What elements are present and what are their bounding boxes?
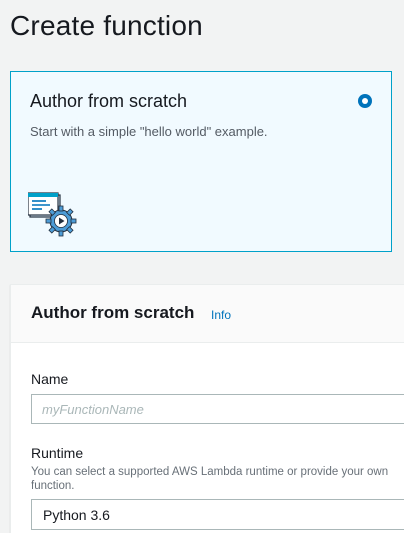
runtime-help-line-1: You can select a supported AWS Lambda ru… xyxy=(31,466,389,478)
runtime-help-line-2: function. xyxy=(31,480,75,492)
author-from-scratch-icon xyxy=(28,192,77,237)
page-title: Create function xyxy=(10,10,203,41)
option-description: Start with a simple "hello world" exampl… xyxy=(30,124,268,139)
author-from-scratch-option[interactable]: Author from scratch Start with a simple … xyxy=(10,71,392,252)
radio-selected-dot xyxy=(362,98,368,104)
option-radio-button[interactable] xyxy=(358,94,372,108)
author-from-scratch-panel: Author from scratch Info Name Runtime Yo… xyxy=(10,284,404,533)
runtime-selected-value: Python 3.6 xyxy=(43,507,110,523)
panel-header: Author from scratch Info xyxy=(11,285,404,343)
option-title: Author from scratch xyxy=(30,91,188,111)
create-function-page: Create function Author from scratch Star… xyxy=(0,0,404,533)
name-label: Name xyxy=(31,371,69,387)
runtime-help-text: You can select a supported AWS Lambda ru… xyxy=(31,465,404,493)
panel-title: Author from scratch xyxy=(31,303,195,322)
function-name-input[interactable] xyxy=(31,394,404,424)
runtime-select[interactable]: Python 3.6 xyxy=(31,499,404,530)
info-link[interactable]: Info xyxy=(211,308,231,322)
runtime-label: Runtime xyxy=(31,445,84,461)
